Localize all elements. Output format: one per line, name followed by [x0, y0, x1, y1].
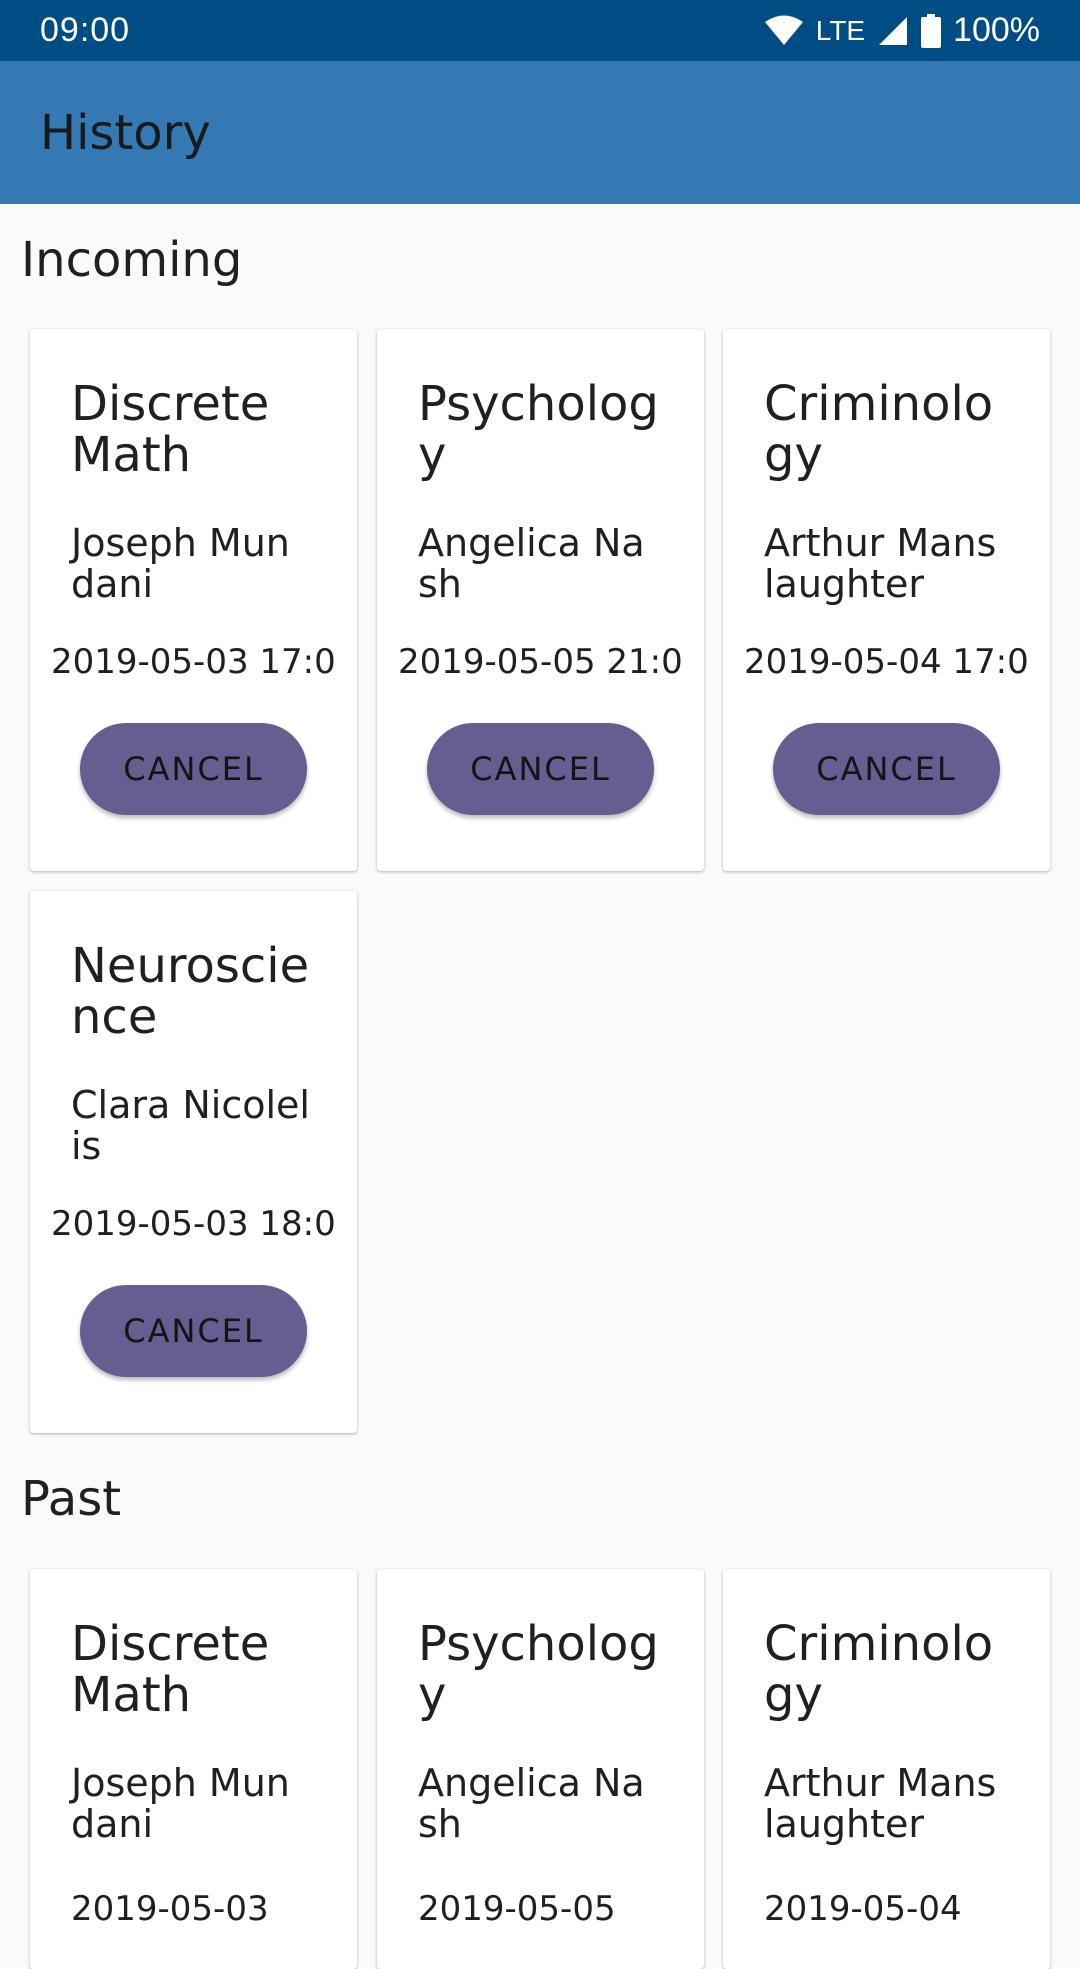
appointment-datetime: 2019-05-05 21:00 — [398, 642, 684, 682]
status-bar: 09:00 LTE 100% — [0, 0, 1080, 61]
signal-icon — [877, 15, 909, 47]
past-appointment-card: Psychology Angelica Nash 2019-05-05 — [377, 1569, 704, 1969]
course-name: Psychology — [418, 376, 659, 483]
page-title: History — [40, 104, 211, 161]
cancel-button[interactable]: CANCEL — [427, 723, 654, 815]
teacher-name: Arthur Manslaughter — [764, 1761, 997, 1846]
past-appointment-card: Criminology Arthur Manslaughter 2019-05-… — [723, 1569, 1050, 1969]
appointment-card: Criminology Arthur Manslaughter 2019-05-… — [723, 329, 1050, 871]
wifi-icon — [764, 15, 804, 47]
teacher-name: Joseph Mundani — [71, 1761, 290, 1846]
teacher-name: Angelica Nash — [418, 521, 645, 606]
course-name: Discrete Math — [71, 1616, 270, 1723]
teacher-name: Arthur Manslaughter — [764, 521, 997, 606]
course-name: Criminology — [764, 376, 994, 483]
appointment-card: Neuroscience Clara Nicolelis 2019-05-03 … — [30, 891, 357, 1433]
appointment-datetime: 2019-05-03 17:00 — [51, 642, 337, 682]
cancel-button[interactable]: CANCEL — [80, 723, 307, 815]
appointment-date: 2019-05-04 — [764, 1889, 962, 1929]
battery-level: 100% — [953, 11, 1040, 49]
teacher-name: Joseph Mundani — [71, 521, 290, 606]
appointment-card: Psychology Angelica Nash 2019-05-05 21:0… — [377, 329, 704, 871]
status-icons: LTE 100% — [764, 11, 1040, 50]
teacher-name: Angelica Nash — [418, 1761, 645, 1846]
appointment-date: 2019-05-03 — [71, 1889, 269, 1929]
course-name: Criminology — [764, 1616, 994, 1723]
appointment-date: 2019-05-05 — [418, 1889, 616, 1929]
cancel-button[interactable]: CANCEL — [80, 1285, 307, 1377]
network-type: LTE — [815, 14, 866, 46]
teacher-name: Clara Nicolelis — [71, 1083, 310, 1168]
section-title-past: Past — [21, 1471, 122, 1527]
appointment-datetime: 2019-05-03 18:00 — [51, 1204, 337, 1244]
course-name: Neuroscience — [71, 938, 310, 1045]
course-name: Discrete Math — [71, 376, 270, 483]
status-time: 09:00 — [40, 11, 131, 49]
appointment-card: Discrete Math Joseph Mundani 2019-05-03 … — [30, 329, 357, 871]
cancel-button[interactable]: CANCEL — [773, 723, 1000, 815]
appointment-datetime: 2019-05-04 17:00 — [744, 642, 1030, 682]
app-bar: History — [0, 61, 1080, 204]
course-name: Psychology — [418, 1616, 659, 1723]
past-appointment-card: Discrete Math Joseph Mundani 2019-05-03 — [30, 1569, 357, 1969]
section-title-incoming: Incoming — [21, 232, 243, 288]
battery-icon — [921, 13, 942, 48]
